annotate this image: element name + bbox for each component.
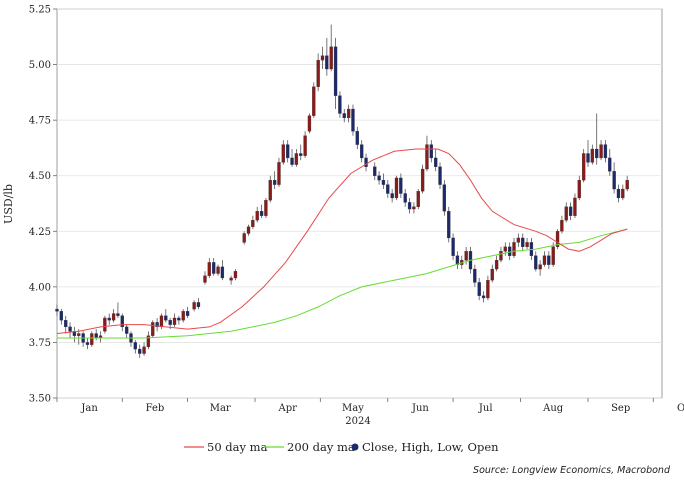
legend-label-ma50: 50 day ma: [207, 440, 268, 454]
candle: [582, 149, 586, 183]
candle: [394, 175, 399, 201]
y-tick-label: 4.00: [29, 282, 51, 293]
y-tick-labels: 3.50 3.75 4.00 4.25 4.50 4.75 5.00 5.25: [29, 5, 51, 405]
x-tick-label-feb: Feb: [146, 403, 165, 414]
candle: [264, 197, 268, 218]
source-note: Source: Longview Economics, Macrobond: [473, 465, 671, 476]
legend: 50 day ma 200 day ma Close, High, Low, O…: [184, 440, 499, 454]
candle: [151, 320, 155, 338]
y-tick-label: 4.25: [29, 227, 51, 238]
candle: [442, 180, 447, 216]
candle: [277, 157, 281, 187]
x-tick-labels: Jan Feb Mar Apr May Jun Jul Aug Sep Oct: [80, 403, 684, 414]
y-axis-label: USD/lb: [2, 184, 15, 224]
y-tick-label: 5.25: [29, 5, 51, 16]
x-tick-label-mar: Mar: [210, 403, 231, 414]
candle: [307, 113, 312, 134]
legend-label-ma200: 200 day ma: [287, 440, 355, 454]
x-tick-label-oct: Oct: [677, 403, 684, 414]
x-tick-label-jan: Jan: [80, 403, 98, 414]
candle: [351, 104, 355, 136]
y-tick-label: 5.00: [29, 60, 51, 71]
x-tick-label-apr: Apr: [277, 403, 297, 414]
candle: [555, 229, 560, 250]
y-tick-label: 3.75: [29, 338, 51, 349]
candle: [312, 82, 316, 118]
candle: [416, 189, 420, 210]
x-axis-year-label: 2024: [345, 416, 370, 427]
legend-swatch-ohlc: [351, 443, 359, 451]
x-tick-label-jun: Jun: [411, 403, 429, 414]
chart-canvas: 3.50 3.75 4.00 4.25 4.50 4.75 5.00 5.25 Jan Feb M…: [2, 5, 684, 477]
candle: [90, 331, 94, 347]
x-tick-label-sep: Sep: [611, 403, 630, 414]
candle: [447, 206, 451, 243]
legend-label-ohlc: Close, High, Low, Open: [362, 440, 499, 454]
y-tick-label: 4.50: [29, 171, 51, 182]
y-tick-label: 3.50: [29, 394, 51, 405]
candle: [420, 164, 425, 194]
x-tick-label-may: May: [342, 403, 364, 414]
candle: [103, 315, 107, 334]
x-tick-label-jul: Jul: [478, 403, 493, 414]
x-tick-label-aug: Aug: [542, 403, 564, 414]
y-tick-label: 4.75: [29, 116, 51, 127]
